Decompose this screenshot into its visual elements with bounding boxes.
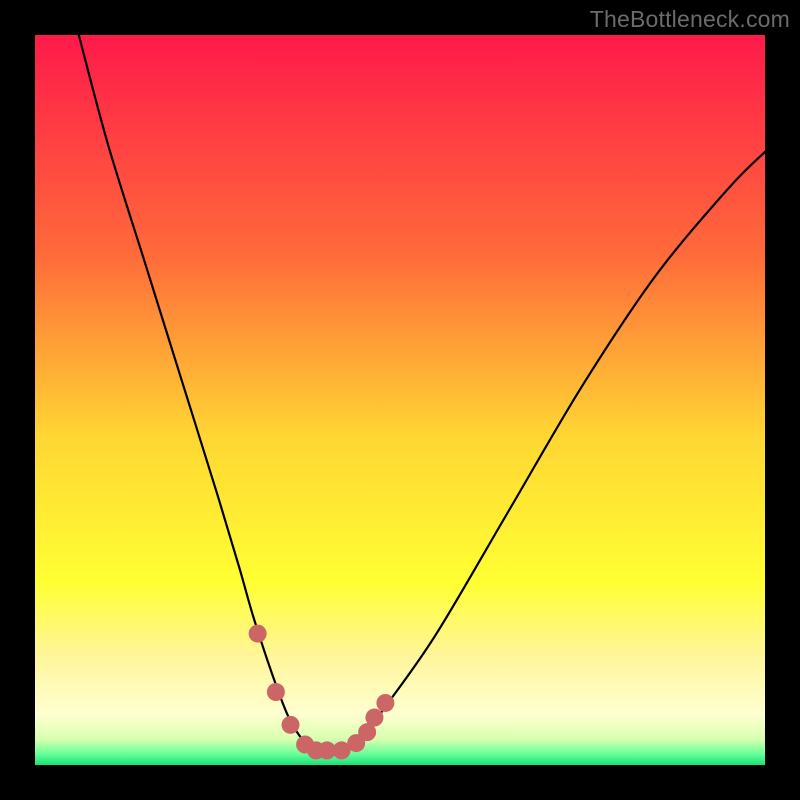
highlight-marker (376, 694, 394, 712)
highlight-marker (282, 716, 300, 734)
highlight-marker (365, 709, 383, 727)
gradient-background (35, 35, 765, 765)
chart-svg (35, 35, 765, 765)
watermark-text: TheBottleneck.com (590, 6, 790, 33)
plot-area (35, 35, 765, 765)
highlight-marker (267, 683, 285, 701)
chart-stage: TheBottleneck.com (0, 0, 800, 800)
highlight-marker (249, 625, 267, 643)
